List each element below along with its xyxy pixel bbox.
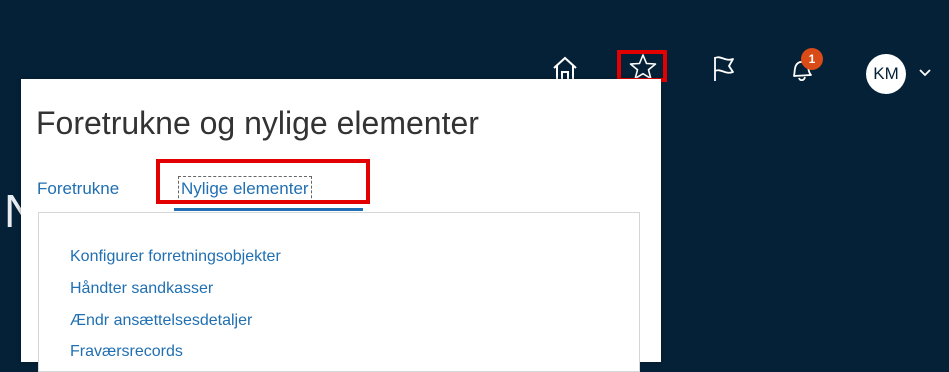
favorites-recent-panel: Foretrukne og nylige elementer Foretrukn… xyxy=(21,79,661,372)
recent-tab-highlight-box xyxy=(156,159,370,204)
flag-icon[interactable] xyxy=(707,52,739,84)
star-icon-highlight-box xyxy=(617,50,667,82)
notification-badge: 1 xyxy=(801,48,823,70)
list-item[interactable]: Ændr ansættelsesdetaljer xyxy=(70,312,252,330)
list-item[interactable]: Konfigurer forretningsobjekter xyxy=(70,248,281,266)
avatar[interactable]: KM xyxy=(866,54,906,94)
tab-favorites[interactable]: Foretrukne xyxy=(37,179,119,199)
panel-title: Foretrukne og nylige elementer xyxy=(36,105,479,141)
recent-items-list: Konfigurer forretningsobjekter Håndter s… xyxy=(38,212,640,372)
tab-selected-underline xyxy=(174,208,363,211)
chevron-down-icon[interactable] xyxy=(917,66,933,80)
list-item[interactable]: Fraværsrecords xyxy=(70,343,183,361)
list-item[interactable]: Håndter sandkasser xyxy=(70,280,213,298)
